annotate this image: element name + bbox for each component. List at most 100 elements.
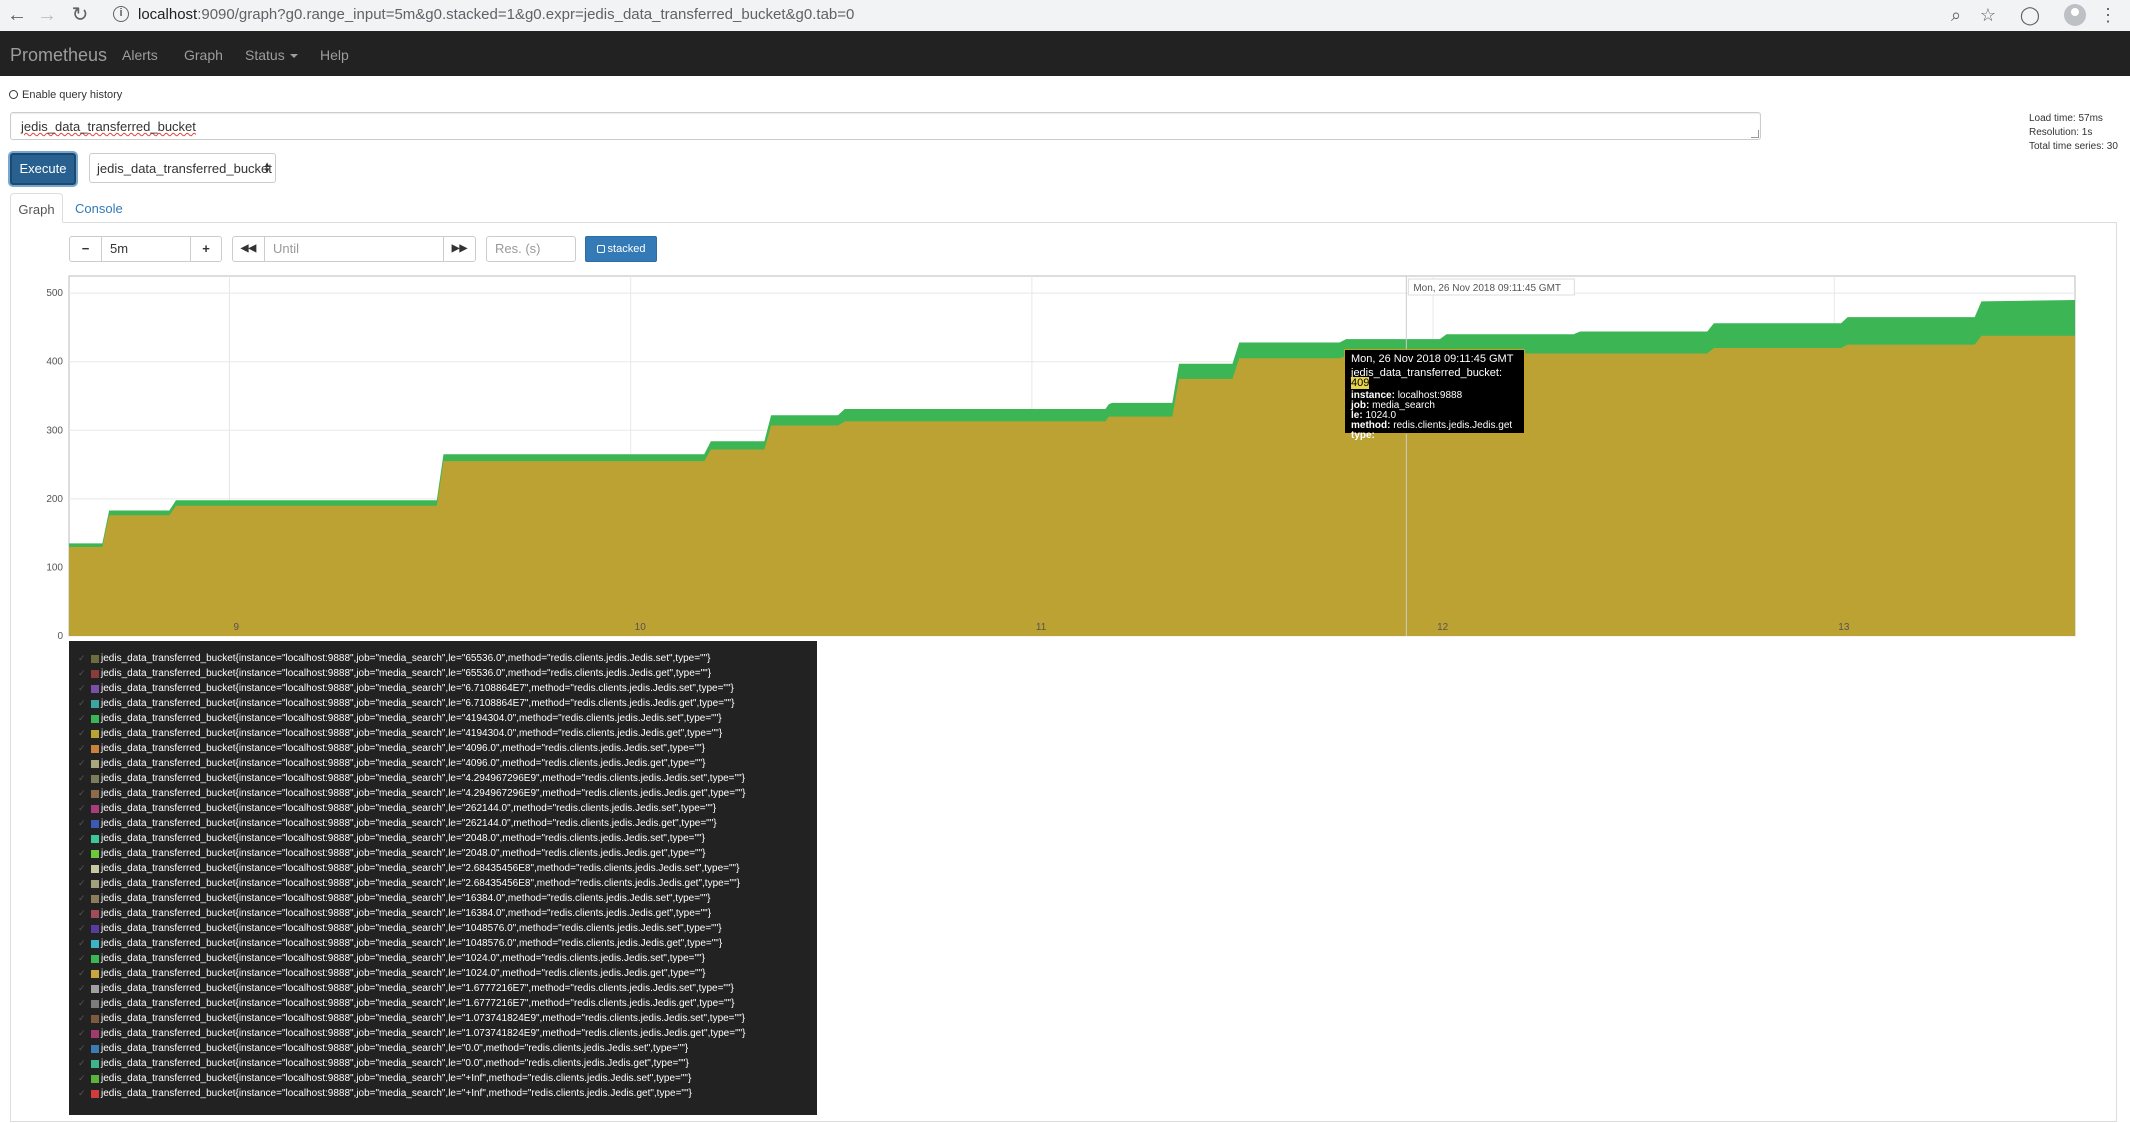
legend-item[interactable]: ✓ jedis_data_transferred_bucket{instance=… [69,756,817,771]
info-icon[interactable]: i [113,6,129,22]
legend-item[interactable]: ✓ jedis_data_transferred_bucket{instance=… [69,966,817,981]
check-icon: ✓ [78,863,86,873]
legend-item[interactable]: ✓ jedis_data_transferred_bucket{instance=… [69,906,817,921]
legend-label: jedis_data_transferred_bucket{instance="… [101,788,746,799]
check-icon: ✓ [78,938,86,948]
nav-graph[interactable]: Graph [184,47,223,63]
legend-item[interactable]: ✓ jedis_data_transferred_bucket{instance=… [69,726,817,741]
legend-label: jedis_data_transferred_bucket{instance="… [101,668,712,679]
until-input[interactable]: Until [264,236,444,262]
legend-label: jedis_data_transferred_bucket{instance="… [101,938,723,949]
url-path: :9090/graph?g0.range_input=5m&g0.stacked… [197,6,855,23]
legend-label: jedis_data_transferred_bucket{instance="… [101,1058,689,1069]
hover-date-label: Mon, 26 Nov 2018 09:11:45 GMT [1413,283,1561,294]
legend-item[interactable]: ✓ jedis_data_transferred_bucket{instance=… [69,681,817,696]
legend-label: jedis_data_transferred_bucket{instance="… [101,878,740,889]
legend-item[interactable]: ✓ jedis_data_transferred_bucket{instance=… [69,801,817,816]
back-arrow-icon[interactable]: ← [5,3,29,27]
series-legend: ✓ jedis_data_transferred_bucket{instance=… [69,641,817,1115]
legend-item[interactable]: ✓ jedis_data_transferred_bucket{instance=… [69,876,817,891]
legend-item[interactable]: ✓ jedis_data_transferred_bucket{instance=… [69,951,817,966]
forward-arrow-icon[interactable]: → [35,3,59,27]
range-increase-button[interactable]: + [190,236,222,262]
legend-item[interactable]: ✓ jedis_data_transferred_bucket{instance=… [69,846,817,861]
legend-item[interactable]: ✓ jedis_data_transferred_bucket{instance=… [69,1011,817,1026]
y-tick-label: 300 [46,425,63,436]
y-tick-label: 500 [46,288,63,299]
nav-alerts[interactable]: Alerts [122,47,158,63]
tooltip-metric-name: jedis_data_transferred_bucket: [1351,367,1503,379]
legend-item[interactable]: ✓ jedis_data_transferred_bucket{instance=… [69,666,817,681]
check-icon: ✓ [78,998,86,1008]
tooltip-type-key: type: [1351,430,1375,441]
legend-item[interactable]: ✓ jedis_data_transferred_bucket{instance=… [69,1056,817,1071]
tooltip-metric: jedis_data_transferred_bucket: 409 [1351,367,1518,389]
legend-swatch [91,775,99,783]
check-icon: ✓ [78,908,86,918]
legend-item[interactable]: ✓ jedis_data_transferred_bucket{instance=… [69,786,817,801]
legend-label: jedis_data_transferred_bucket{instance="… [101,713,722,724]
legend-item[interactable]: ✓ jedis_data_transferred_bucket{instance=… [69,1071,817,1086]
check-icon: ✓ [78,968,86,978]
legend-item[interactable]: ✓ jedis_data_transferred_bucket{instance=… [69,996,817,1011]
legend-swatch [91,1045,99,1053]
nav-status[interactable]: Status [245,47,298,63]
legend-swatch [91,670,99,678]
legend-item[interactable]: ✓ jedis_data_transferred_bucket{instance=… [69,861,817,876]
brand-link[interactable]: Prometheus [10,45,107,66]
check-icon: ✓ [78,653,86,663]
legend-item[interactable]: ✓ jedis_data_transferred_bucket{instance=… [69,1026,817,1041]
check-icon [596,245,605,253]
zoom-icon[interactable]: ⌕ [1944,3,1968,27]
y-tick-label: 200 [46,494,63,505]
legend-item[interactable]: ✓ jedis_data_transferred_bucket{instance=… [69,981,817,996]
query-stats: Load time: 57ms Resolution: 1s Total tim… [2029,112,2118,154]
query-history-toggle[interactable]: Enable query history [9,89,122,101]
legend-item[interactable]: ✓ jedis_data_transferred_bucket{instance=… [69,651,817,666]
legend-item[interactable]: ✓ jedis_data_transferred_bucket{instance=… [69,711,817,726]
legend-item[interactable]: ✓ jedis_data_transferred_bucket{instance=… [69,696,817,711]
reload-icon[interactable]: ↻ [68,3,92,27]
legend-label: jedis_data_transferred_bucket{instance="… [101,893,711,904]
resize-handle-icon[interactable] [1751,130,1759,138]
legend-item[interactable]: ✓ jedis_data_transferred_bucket{instance=… [69,1086,817,1101]
check-icon: ✓ [78,713,86,723]
legend-item[interactable]: ✓ jedis_data_transferred_bucket{instance=… [69,1041,817,1056]
tab-console[interactable]: Console [75,193,123,223]
y-tick-label: 400 [46,357,63,368]
extension-icon[interactable]: ◯ [2018,3,2042,27]
avatar[interactable] [2064,4,2086,26]
check-icon: ✓ [78,923,86,933]
execute-button[interactable]: Execute [10,153,76,185]
legend-swatch [91,790,99,798]
legend-item[interactable]: ✓ jedis_data_transferred_bucket{instance=… [69,816,817,831]
legend-item[interactable]: ✓ jedis_data_transferred_bucket{instance=… [69,936,817,951]
chart-tooltip: Mon, 26 Nov 2018 09:11:45 GMT jedis_data… [1344,349,1525,441]
x-tick-label: 9 [233,622,239,633]
legend-label: jedis_data_transferred_bucket{instance="… [101,833,705,844]
metric-select[interactable]: jedis_data_transferred_bucket ▲ ▼ [89,153,276,183]
nav-help[interactable]: Help [320,47,349,63]
legend-item[interactable]: ✓ jedis_data_transferred_bucket{instance=… [69,921,817,936]
stacked-area-chart[interactable]: 0 100 200 300 400 500 9 10 11 12 13 Mon, 26 Nov 2… [0,270,2130,640]
star-icon[interactable]: ☆ [1976,3,2000,27]
legend-item[interactable]: ✓ jedis_data_transferred_bucket{instance=… [69,741,817,756]
checkbox-icon[interactable] [9,90,18,99]
expression-input[interactable]: jedis_data_transferred_bucket [10,112,1761,140]
legend-swatch [91,970,99,978]
stacked-toggle-button[interactable]: stacked [585,236,657,262]
legend-swatch [91,715,99,723]
legend-item[interactable]: ✓ jedis_data_transferred_bucket{instance=… [69,831,817,846]
time-forward-button[interactable]: ▶▶ [443,236,476,262]
legend-swatch [91,700,99,708]
address-bar[interactable]: localhost:9090/graph?g0.range_input=5m&g… [138,6,854,23]
legend-item[interactable]: ✓ jedis_data_transferred_bucket{instance=… [69,891,817,906]
tab-graph[interactable]: Graph [10,193,63,223]
resolution-input[interactable]: Res. (s) [486,236,576,262]
range-decrease-button[interactable]: − [69,236,102,262]
legend-item[interactable]: ✓ jedis_data_transferred_bucket{instance=… [69,771,817,786]
check-icon: ✓ [78,1043,86,1053]
menu-icon[interactable]: ⋮ [2096,3,2120,27]
range-input[interactable]: 5m [101,236,191,262]
time-back-button[interactable]: ◀◀ [232,236,265,262]
